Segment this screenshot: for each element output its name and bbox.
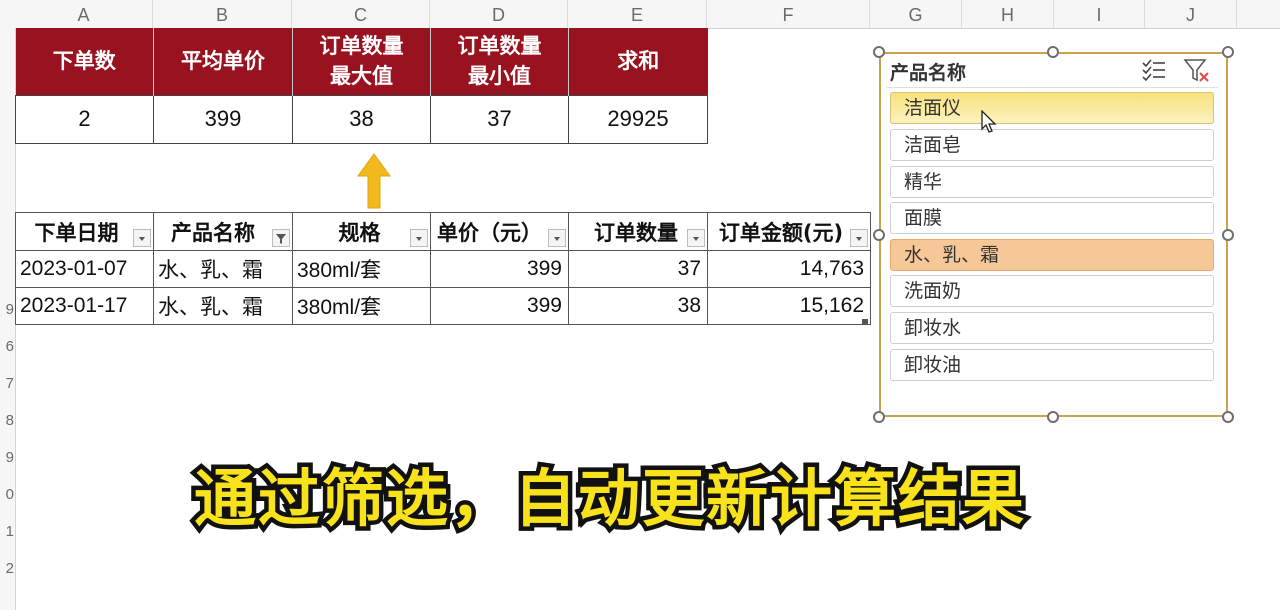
- row-header[interactable]: 9: [0, 301, 14, 318]
- summary-value-order-count[interactable]: 2: [15, 94, 154, 144]
- cell-order-date[interactable]: 2023-01-17: [15, 287, 154, 325]
- table-row: 2023-01-07 水、乳、霜 380ml/套 399 37 14,763: [15, 250, 871, 288]
- slicer-divider: [887, 87, 1218, 88]
- column-header-g[interactable]: G: [870, 0, 962, 28]
- row-header[interactable]: 8: [0, 412, 14, 429]
- summary-header-order-count[interactable]: 下单数: [15, 28, 154, 95]
- column-header-c[interactable]: C: [292, 0, 430, 28]
- column-header-i[interactable]: I: [1054, 0, 1145, 28]
- filter-dropdown-button[interactable]: [687, 229, 705, 247]
- header-label: 规格: [338, 220, 381, 245]
- filter-dropdown-button[interactable]: [133, 229, 151, 247]
- slicer-title: 产品名称: [890, 62, 967, 84]
- column-header-j[interactable]: J: [1145, 0, 1237, 28]
- clear-filter-icon[interactable]: [1183, 58, 1211, 84]
- caption-overlay: 通过筛选，自动更新计算结果: [189, 458, 1028, 538]
- summary-table: 下单数 平均单价 订单数量 最大值 订单数量 最小值 求和 2 399 38 37 …: [15, 28, 708, 144]
- summary-header-avg-price[interactable]: 平均单价: [153, 28, 293, 95]
- table-resize-handle[interactable]: [862, 319, 868, 325]
- filter-dropdown-button[interactable]: [548, 229, 566, 247]
- cell-order-amount[interactable]: 15,162: [707, 287, 871, 325]
- header-label: 订单金额(元): [718, 220, 844, 245]
- data-table: 下单日期 产品名称 规格 单价（元） 订单数量 订单金额(元) 2023-01-…: [15, 212, 871, 325]
- summary-value-row: 2 399 38 37 29925: [15, 94, 708, 144]
- slicer-item-facial-cleanser[interactable]: 洗面奶: [890, 275, 1214, 307]
- cell-order-amount[interactable]: 14,763: [707, 250, 871, 288]
- row-header[interactable]: 7: [0, 375, 14, 392]
- column-header-f[interactable]: F: [707, 0, 870, 28]
- resize-handle[interactable]: [873, 46, 885, 58]
- cell-spec[interactable]: 380ml/套: [292, 287, 431, 325]
- summary-value-max-qty[interactable]: 38: [292, 94, 431, 144]
- summary-header-sum[interactable]: 求和: [568, 28, 708, 95]
- summary-header-max-qty[interactable]: 订单数量 最大值: [292, 28, 431, 95]
- multi-select-icon[interactable]: [1141, 58, 1167, 82]
- header-label: 订单数量: [594, 220, 678, 245]
- cell-product-name[interactable]: 水、乳、霜: [153, 250, 293, 288]
- column-header-order-amount[interactable]: 订单金额(元): [707, 212, 871, 251]
- up-arrow-icon: [357, 153, 391, 209]
- cell-unit-price[interactable]: 399: [430, 250, 569, 288]
- resize-handle[interactable]: [1222, 229, 1234, 241]
- header-label: 单价（元）: [437, 220, 542, 245]
- summary-header-row: 下单数 平均单价 订单数量 最大值 订单数量 最小值 求和: [15, 28, 708, 95]
- row-header[interactable]: 2: [0, 560, 14, 577]
- resize-handle[interactable]: [1047, 411, 1059, 423]
- cell-order-date[interactable]: 2023-01-07: [15, 250, 154, 288]
- mouse-cursor-icon: [981, 110, 997, 133]
- header-label: 产品名称: [171, 220, 255, 245]
- column-header-bar: A B C D E F G H I J: [0, 0, 1280, 29]
- filter-dropdown-button[interactable]: [850, 229, 868, 247]
- filter-dropdown-button[interactable]: [410, 229, 428, 247]
- column-header-order-date[interactable]: 下单日期: [15, 212, 154, 251]
- column-header-product-name[interactable]: 产品名称: [153, 212, 293, 251]
- column-header-order-qty[interactable]: 订单数量: [568, 212, 708, 251]
- slicer-item-toner-lotion-cream[interactable]: 水、乳、霜: [890, 239, 1214, 271]
- slicer-item-cleansing-device[interactable]: 洁面仪: [890, 92, 1214, 124]
- cell-order-qty[interactable]: 38: [568, 287, 708, 325]
- cell-order-qty[interactable]: 37: [568, 250, 708, 288]
- resize-handle[interactable]: [873, 411, 885, 423]
- resize-handle[interactable]: [1047, 46, 1059, 58]
- row-header[interactable]: 6: [0, 338, 14, 355]
- column-header-unit-price[interactable]: 单价（元）: [430, 212, 569, 251]
- cell-product-name[interactable]: 水、乳、霜: [153, 287, 293, 325]
- table-header-row: 下单日期 产品名称 规格 单价（元） 订单数量 订单金额(元): [15, 212, 871, 251]
- resize-handle[interactable]: [873, 229, 885, 241]
- filter-applied-icon[interactable]: [272, 229, 290, 247]
- cell-spec[interactable]: 380ml/套: [292, 250, 431, 288]
- column-header-spec[interactable]: 规格: [292, 212, 431, 251]
- product-name-slicer[interactable]: 产品名称 洁面仪 洁面皂 精华 面膜 水、乳、霜 洗面奶 卸妆水 卸妆油: [879, 52, 1228, 417]
- slicer-item-essence[interactable]: 精华: [890, 166, 1214, 198]
- caption-text: 通过筛选，自动更新计算结果: [194, 462, 1026, 535]
- column-header-e[interactable]: E: [568, 0, 707, 28]
- summary-value-min-qty[interactable]: 37: [430, 94, 569, 144]
- slicer-item-makeup-remover-water[interactable]: 卸妆水: [890, 312, 1214, 344]
- summary-header-min-qty[interactable]: 订单数量 最小值: [430, 28, 569, 95]
- table-row: 2023-01-17 水、乳、霜 380ml/套 399 38 15,162: [15, 287, 871, 325]
- header-label: 下单日期: [34, 220, 119, 245]
- column-header-d[interactable]: D: [430, 0, 568, 28]
- column-header-b[interactable]: B: [153, 0, 292, 28]
- resize-handle[interactable]: [1222, 46, 1234, 58]
- slicer-item-makeup-remover-oil[interactable]: 卸妆油: [890, 349, 1214, 381]
- slicer-item-mask[interactable]: 面膜: [890, 202, 1214, 234]
- slicer-item-cleansing-soap[interactable]: 洁面皂: [890, 129, 1214, 161]
- summary-value-sum[interactable]: 29925: [568, 94, 708, 144]
- column-header-h[interactable]: H: [962, 0, 1054, 28]
- summary-value-avg-price[interactable]: 399: [153, 94, 293, 144]
- spreadsheet-grid: A B C D E F G H I J 9 6 7 8 9 0 1 2 下单数 …: [0, 0, 1280, 610]
- cell-unit-price[interactable]: 399: [430, 287, 569, 325]
- resize-handle[interactable]: [1222, 411, 1234, 423]
- column-header-a[interactable]: A: [15, 0, 153, 28]
